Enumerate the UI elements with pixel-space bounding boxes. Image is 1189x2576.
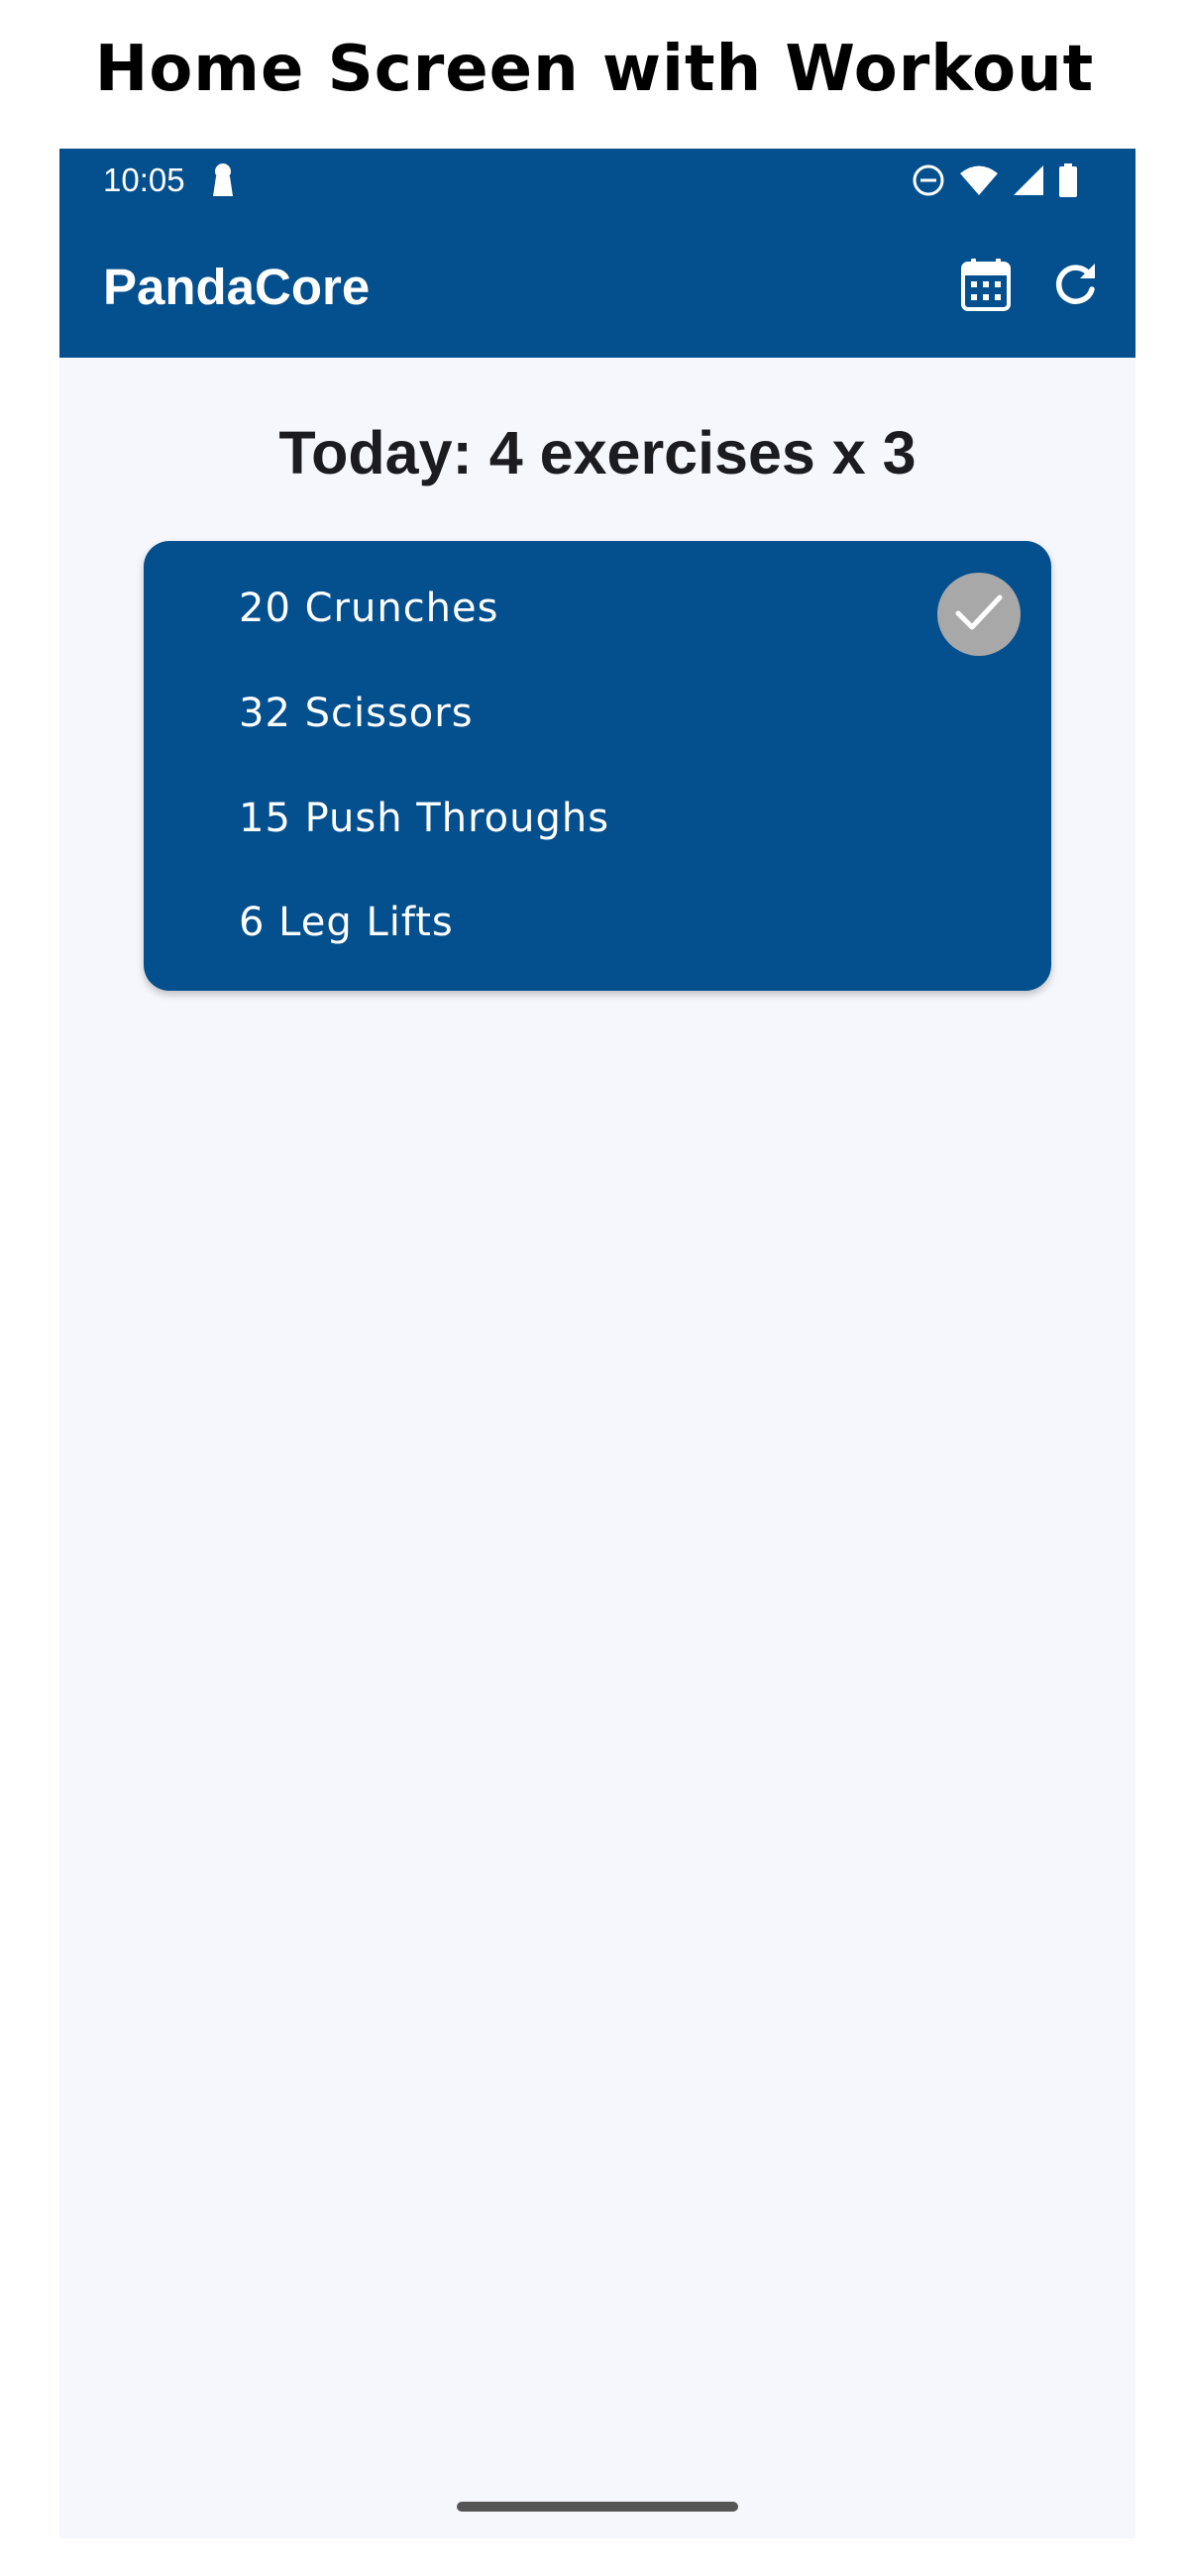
check-icon <box>954 592 1004 636</box>
exercise-complete-badge[interactable] <box>937 573 1021 656</box>
workout-card: 20 Crunches 32 Scissors 15 Push Throughs… <box>144 541 1051 991</box>
home-indicator[interactable] <box>457 2502 738 2512</box>
status-icons <box>912 161 1078 200</box>
exercise-item[interactable]: 6 Leg Lifts <box>239 883 454 962</box>
exercise-item[interactable]: 32 Scissors <box>239 674 474 753</box>
calendar-button[interactable] <box>951 252 1021 321</box>
do-not-disturb-icon <box>912 163 945 197</box>
app-title: PandaCore <box>103 259 371 315</box>
calendar-icon <box>960 258 1012 315</box>
today-summary-title: Today: 4 exercises x 3 <box>278 419 917 486</box>
battery-icon <box>1058 163 1078 197</box>
status-time: 10:05 <box>103 161 185 198</box>
refresh-button[interactable] <box>1040 252 1110 321</box>
exercise-item[interactable]: 15 Push Throughs <box>239 779 609 858</box>
wifi-icon <box>959 164 999 196</box>
key-icon <box>210 162 236 198</box>
exercise-item[interactable]: 20 Crunches <box>239 569 498 648</box>
cellular-signal-icon <box>1013 164 1044 196</box>
refresh-icon <box>1050 260 1100 313</box>
page-caption: Home Screen with Workout <box>94 33 1095 106</box>
phone-screen: 10:05 PandaCore Today: 4 exercises x 3 2… <box>59 149 1135 2538</box>
app-bar: 10:05 PandaCore <box>59 149 1135 358</box>
